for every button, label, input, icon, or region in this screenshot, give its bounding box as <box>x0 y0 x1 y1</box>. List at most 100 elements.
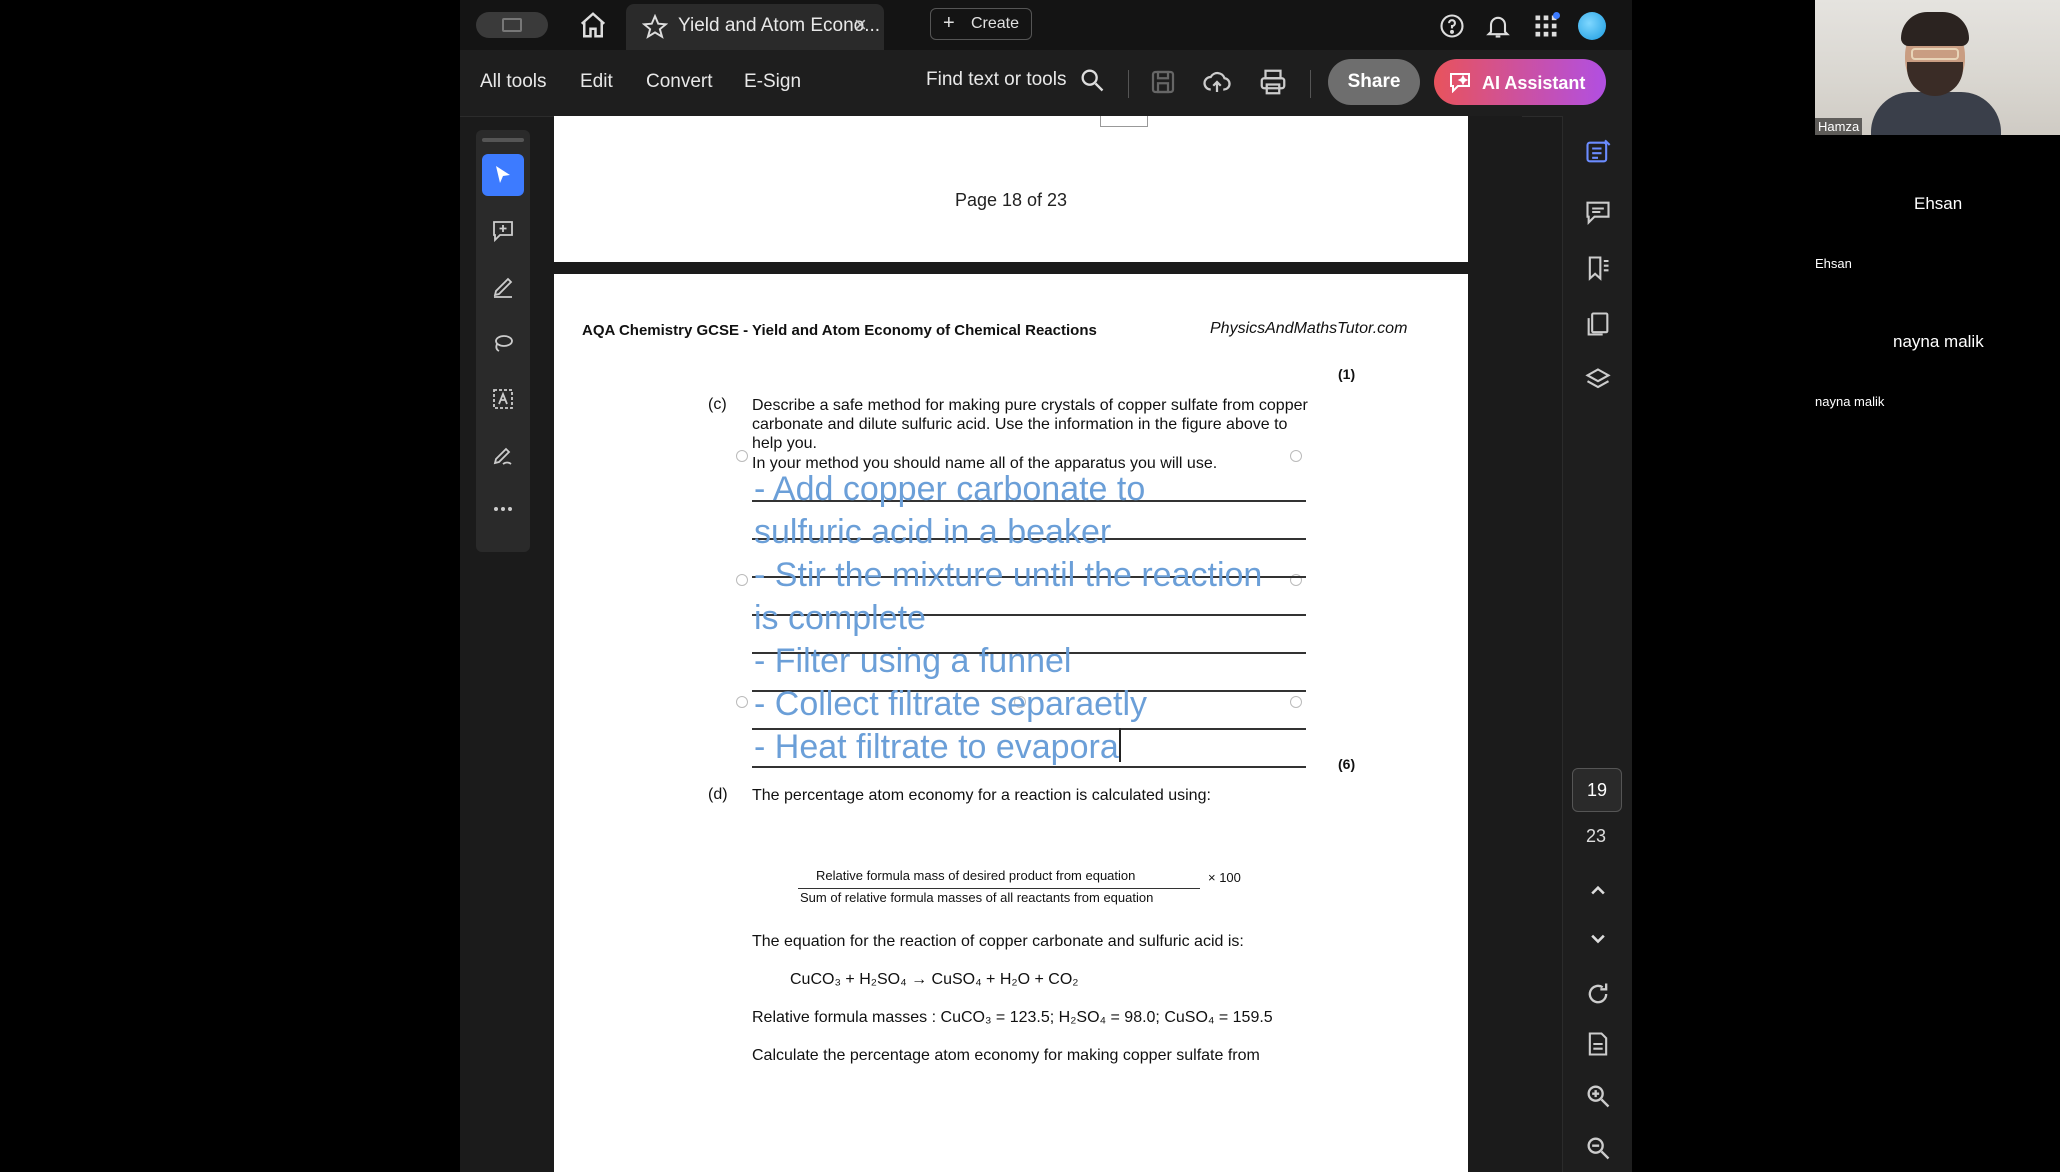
find-text-or-tools[interactable]: Find text or tools <box>926 69 1066 91</box>
chemical-equation: CuCO₃ + H₂SO₄ → CuSO₄ + H₂O + CO₂ <box>790 971 1079 988</box>
previous-page: Page 18 of 23 <box>554 116 1468 262</box>
text-caret <box>1118 728 1121 762</box>
account-avatar[interactable] <box>1578 12 1606 40</box>
tools-rail <box>476 130 530 552</box>
marks-label: (6) <box>1338 756 1356 772</box>
print-icon[interactable] <box>1258 67 1288 97</box>
document-header-source: PhysicsAndMathsTutor.com <box>1210 320 1408 337</box>
select-tool-button[interactable] <box>482 154 524 196</box>
pages-panel-icon[interactable] <box>1584 310 1612 338</box>
text-box-icon <box>493 389 513 409</box>
upload-cloud-icon[interactable] <box>1202 67 1232 97</box>
add-comment-tool-button[interactable] <box>482 210 524 252</box>
comment-plus-icon <box>493 221 513 243</box>
page-fit-icon[interactable] <box>1584 1030 1612 1058</box>
calculate-instruction: Calculate the percentage atom economy fo… <box>752 1047 1260 1064</box>
create-button[interactable]: + Create <box>930 8 1032 40</box>
participant-tile-label: Ehsan <box>1815 256 1852 271</box>
marks-label: (1) <box>1338 366 1356 382</box>
menu-all-tools[interactable]: All tools <box>480 71 547 93</box>
total-pages: 23 <box>1585 826 1607 846</box>
right-panel-rail: 19 23 <box>1562 116 1632 1172</box>
draw-tool-button[interactable] <box>482 322 524 364</box>
search-icon[interactable] <box>1078 66 1106 94</box>
window-switcher-button[interactable] <box>476 12 548 38</box>
signature-pen-icon <box>493 447 512 465</box>
layers-panel-icon[interactable] <box>1584 366 1612 394</box>
participant-name-chip: Ehsan <box>1910 192 1967 216</box>
answer-text-line[interactable]: is complete <box>754 599 926 638</box>
sign-tool-button[interactable] <box>482 434 524 476</box>
current-page-number[interactable]: 19 <box>1572 768 1622 812</box>
formula-multiplier: × 100 <box>1208 870 1241 885</box>
chevron-down-icon[interactable] <box>1584 924 1612 952</box>
page-tab-marker <box>1100 116 1148 127</box>
cursor-icon <box>496 166 510 183</box>
menu-edit[interactable]: Edit <box>580 71 613 93</box>
text-box-tool-button[interactable] <box>482 378 524 420</box>
comments-panel-icon[interactable] <box>1584 198 1612 226</box>
help-icon[interactable] <box>1438 12 1466 40</box>
zoom-out-icon[interactable] <box>1584 1134 1612 1162</box>
formula-numerator: Relative formula mass of desired product… <box>816 868 1136 883</box>
answer-text-line[interactable]: - Filter using a funnel <box>754 642 1072 681</box>
title-bar: Yield and Atom Econo... × + Create <box>460 0 1632 50</box>
answer-text-line[interactable]: - Stir the mixture until the reaction <box>754 556 1262 595</box>
zoom-in-icon[interactable] <box>1584 1082 1612 1110</box>
participant-name-chip: nayna malik <box>1889 330 1988 354</box>
answer-text: - Heat filtrate to evapora <box>754 728 1119 766</box>
home-icon[interactable] <box>578 10 608 40</box>
menu-esign[interactable]: E-Sign <box>744 71 801 93</box>
current-page[interactable]: AQA Chemistry GCSE - Yield and Atom Econ… <box>554 274 1468 1172</box>
ai-assistant-button[interactable]: AI Assistant <box>1434 59 1606 105</box>
plus-icon: + <box>943 12 955 34</box>
glasses <box>1911 48 1959 60</box>
chevron-up-icon[interactable] <box>1584 876 1612 904</box>
formula-denominator: Sum of relative formula masses of all re… <box>800 890 1154 905</box>
answer-text-line[interactable]: sulfuric acid in a beaker <box>754 513 1111 552</box>
share-button[interactable]: Share <box>1328 59 1420 105</box>
host-video-tile[interactable] <box>1815 0 2060 135</box>
question-d-label: (d) <box>708 786 728 803</box>
resize-handle[interactable] <box>736 696 748 708</box>
answer-text-line[interactable]: - Add copper carbonate to <box>754 470 1145 509</box>
acrobat-window: Yield and Atom Econo... × + Create All t… <box>460 0 1632 1172</box>
fraction-bar <box>798 888 1200 889</box>
question-c-text: Describe a safe method for making pure c… <box>752 397 1308 452</box>
more-icon <box>494 507 512 511</box>
resize-handle[interactable] <box>1290 450 1302 462</box>
bookmarks-panel-icon[interactable] <box>1584 254 1612 282</box>
menu-convert[interactable]: Convert <box>646 71 713 93</box>
main-toolbar: All tools Edit Convert E-Sign Find text … <box>460 50 1632 117</box>
apps-grid-icon[interactable] <box>1532 12 1560 40</box>
equation-intro: The equation for the reaction of copper … <box>752 933 1244 950</box>
star-icon[interactable] <box>642 14 668 40</box>
document-viewport[interactable]: Page 18 of 23 AQA Chemistry GCSE - Yield… <box>554 116 1522 1172</box>
lasso-icon <box>495 335 513 352</box>
divider <box>1128 70 1129 98</box>
question-c-label: (c) <box>708 396 727 413</box>
window-icon <box>502 18 522 32</box>
participant-tile-label: nayna malik <box>1815 394 1885 409</box>
highlight-tool-button[interactable] <box>482 266 524 308</box>
save-icon[interactable] <box>1148 67 1178 97</box>
notifications-bell-icon[interactable] <box>1484 12 1512 40</box>
document-tab[interactable]: Yield and Atom Econo... × <box>626 4 884 50</box>
resize-handle[interactable] <box>1290 696 1302 708</box>
close-tab-icon[interactable]: × <box>854 12 867 38</box>
ai-assistant-icon <box>1450 73 1470 93</box>
more-tools-button[interactable] <box>482 488 524 530</box>
divider <box>1310 70 1311 98</box>
answer-text-line[interactable]: - Collect filtrate separaetly <box>754 685 1147 724</box>
rail-grip[interactable] <box>482 138 524 142</box>
question-d-text: The percentage atom economy for a reacti… <box>752 787 1211 804</box>
host-name-label: Hamza <box>1815 118 1863 135</box>
refresh-icon[interactable] <box>1584 980 1612 1008</box>
edit-pdf-panel-icon[interactable] <box>1584 138 1612 166</box>
answer-text-line-active[interactable]: - Heat filtrate to evapora <box>754 728 1121 767</box>
resize-handle[interactable] <box>736 574 748 586</box>
ai-assistant-label: AI Assistant <box>1482 73 1586 93</box>
create-label: Create <box>971 15 1020 32</box>
resize-handle[interactable] <box>736 450 748 462</box>
tab-title: Yield and Atom Econo... <box>678 15 881 36</box>
